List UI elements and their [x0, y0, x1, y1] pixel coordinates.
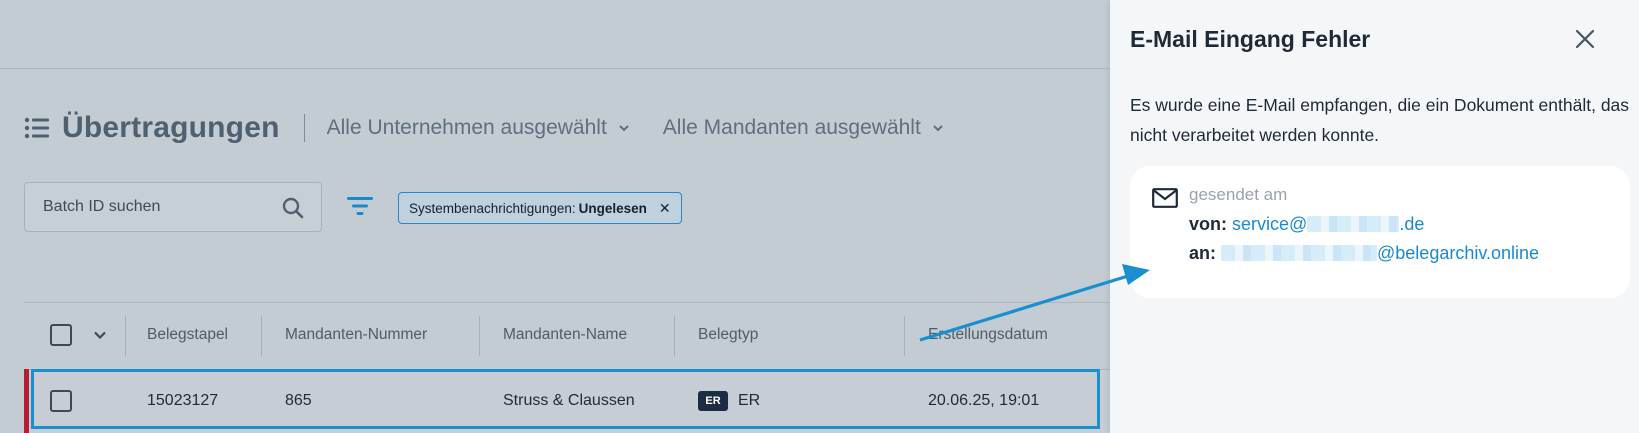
- close-icon: [1575, 29, 1595, 49]
- row-highlight-annotation: [31, 369, 1100, 429]
- list-icon: [24, 117, 49, 139]
- select-all-checkbox[interactable]: [50, 314, 72, 356]
- column-divider: [674, 316, 675, 356]
- select-options-toggle[interactable]: [92, 314, 108, 356]
- title-row: Übertragungen Alle Unternehmen ausgewähl…: [24, 108, 977, 148]
- email-from: von: service@ .de: [1189, 214, 1424, 235]
- column-divider: [261, 316, 262, 356]
- search-input[interactable]: Batch ID suchen: [24, 182, 322, 232]
- column-divider: [479, 316, 480, 356]
- row-status-marker: [24, 369, 29, 433]
- email-from-suffix: .de: [1399, 214, 1425, 234]
- filter-chip-label: Systembenachrichtigungen:: [409, 200, 576, 216]
- search-placeholder: Batch ID suchen: [43, 198, 161, 215]
- client-dropdown[interactable]: Alle Mandanten ausgewählt: [663, 116, 945, 140]
- column-header-belegstapel[interactable]: Belegstapel: [147, 314, 228, 356]
- mail-icon: [1152, 188, 1178, 208]
- side-panel: E-Mail Eingang Fehler Es wurde eine E-Ma…: [1110, 0, 1639, 433]
- email-card: gesendet am von: service@ .de an: @belega…: [1130, 166, 1630, 298]
- email-sent-label: gesendet am: [1189, 185, 1288, 204]
- chevron-down-icon: [619, 125, 629, 132]
- client-dropdown-label: Alle Mandanten ausgewählt: [662, 116, 921, 139]
- email-to-suffix: @belegarchiv.online: [1377, 243, 1540, 263]
- panel-description: Es wurde eine E-Mail empfangen, die ein …: [1130, 95, 1630, 145]
- chevron-down-icon: [933, 125, 943, 132]
- redacted-text: [1307, 216, 1400, 232]
- table-divider: [24, 302, 1110, 303]
- panel-title: E-Mail Eingang Fehler: [1130, 26, 1371, 52]
- column-header-mandanten-name[interactable]: Mandanten-Name: [503, 314, 627, 356]
- column-header-mandanten-nummer[interactable]: Mandanten-Nummer: [285, 314, 427, 356]
- search-icon[interactable]: [281, 196, 305, 220]
- chevron-down-icon: [94, 331, 106, 340]
- table-header: Belegstapel Mandanten-Nummer Mandanten-N…: [24, 314, 1110, 356]
- filter-chip-value: Ungelesen: [578, 200, 647, 216]
- column-divider: [904, 316, 905, 356]
- email-to-label: an:: [1189, 243, 1216, 263]
- column-header-erstellungsdatum[interactable]: Erstellungsdatum: [928, 314, 1048, 356]
- main-area: Übertragungen Alle Unternehmen ausgewähl…: [0, 0, 1110, 433]
- email-from-label: von:: [1189, 214, 1227, 234]
- email-from-prefix: service@: [1232, 214, 1308, 234]
- column-header-belegtyp[interactable]: Belegtyp: [698, 314, 758, 356]
- email-from-address[interactable]: service@ .de: [1232, 214, 1424, 234]
- redacted-text: [1221, 245, 1378, 261]
- close-icon[interactable]: ✕: [659, 200, 671, 217]
- page-title: Übertragungen: [62, 111, 280, 144]
- active-filter-chip[interactable]: Systembenachrichtigungen: Ungelesen ✕: [398, 192, 682, 224]
- filter-icon[interactable]: [346, 194, 374, 218]
- column-divider: [125, 316, 126, 356]
- close-panel-button[interactable]: [1570, 24, 1600, 54]
- email-to-address[interactable]: @belegarchiv.online: [1221, 243, 1539, 263]
- company-dropdown[interactable]: Alle Unternehmen ausgewählt: [327, 116, 631, 140]
- email-to: an: @belegarchiv.online: [1189, 243, 1539, 264]
- company-dropdown-label: Alle Unternehmen ausgewählt: [326, 116, 607, 139]
- header-divider: [0, 68, 1110, 69]
- title-divider: [303, 114, 305, 142]
